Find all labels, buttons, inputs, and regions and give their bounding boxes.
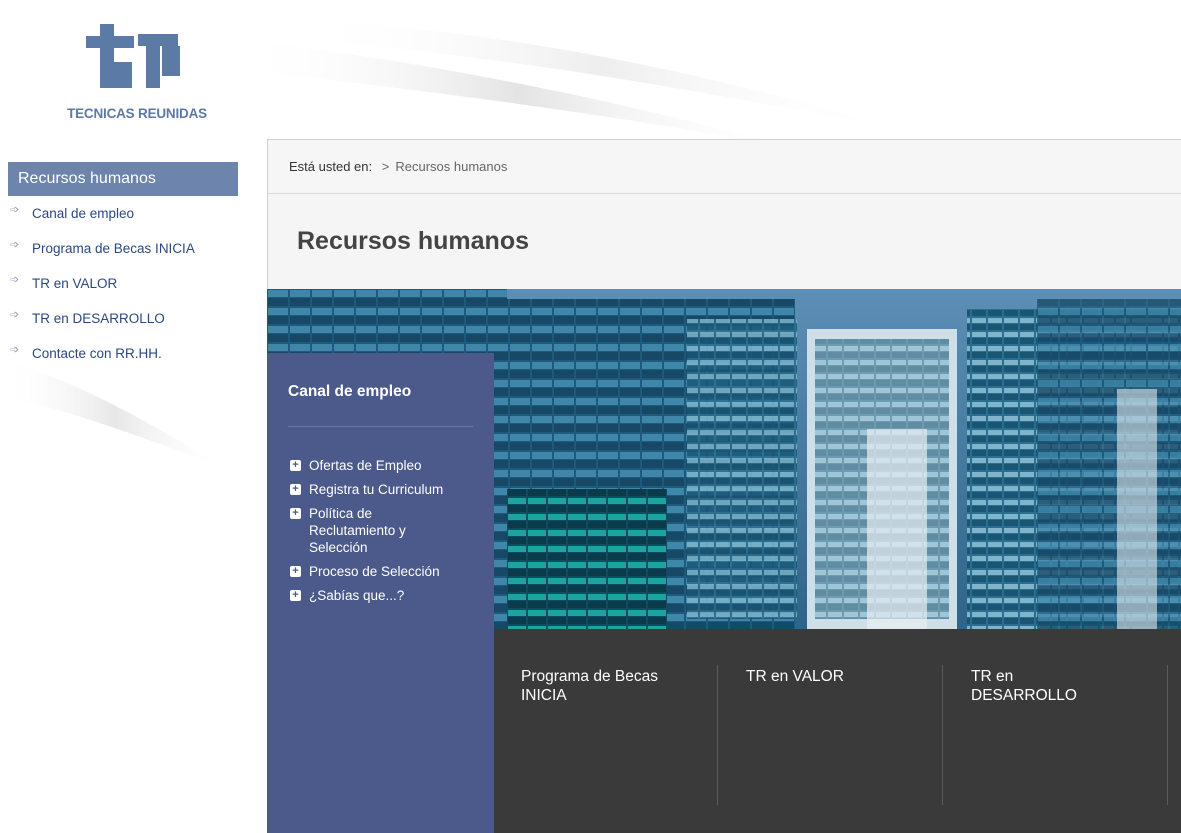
empleo-item-politica[interactable]: + Política de Reclutamiento y Selección bbox=[290, 505, 480, 556]
empleo-item-label: Proceso de Selección bbox=[309, 564, 440, 579]
empleo-item-ofertas[interactable]: + Ofertas de Empleo bbox=[290, 457, 480, 474]
empleo-item-label: ¿Sabías que...? bbox=[309, 588, 405, 603]
canal-empleo-panel: Canal de empleo + Ofertas de Empleo + Regi… bbox=[267, 353, 494, 833]
arrow-icon: ➩ bbox=[10, 239, 20, 251]
canal-empleo-title[interactable]: Canal de empleo bbox=[288, 383, 411, 401]
plus-icon: + bbox=[290, 484, 301, 495]
arrow-icon: ➩ bbox=[10, 309, 20, 321]
tile-label: Programa de Becas INICIA bbox=[521, 668, 658, 704]
leftnav-item-programa-becas[interactable]: ➩ Programa de Becas INICIA bbox=[8, 239, 238, 276]
brand-name: TECNICAS REUNIDAS bbox=[67, 106, 207, 121]
left-navigation: Recursos humanos ➩ Canal de empleo ➩ Progr… bbox=[8, 162, 238, 381]
tr-logo-icon bbox=[86, 24, 180, 88]
leftnav-item-contacte-rrhh[interactable]: ➩ Contacte con RR.HH. bbox=[8, 344, 238, 381]
plus-icon: + bbox=[290, 590, 301, 601]
tile-divider bbox=[717, 665, 718, 805]
tile-tr-en-desarrollo[interactable]: TR en DESARROLLO bbox=[944, 629, 1169, 833]
empleo-item-proceso[interactable]: + Proceso de Selección bbox=[290, 563, 480, 580]
arrow-icon: ➩ bbox=[10, 204, 20, 216]
plus-icon: + bbox=[290, 566, 301, 577]
empleo-item-label: Ofertas de Empleo bbox=[309, 458, 422, 473]
tile-divider bbox=[942, 665, 943, 805]
empleo-item-sabias-que[interactable]: + ¿Sabías que...? bbox=[290, 587, 480, 604]
tecnicas-reunidas-logo[interactable]: TECNICAS REUNIDAS bbox=[52, 24, 222, 124]
empleo-item-registra-curriculum[interactable]: + Registra tu Curriculum bbox=[290, 481, 480, 498]
tile-label: TR en VALOR bbox=[746, 668, 844, 685]
empleo-item-label: Registra tu Curriculum bbox=[309, 482, 444, 497]
empleo-item-label: Política de Reclutamiento y Selección bbox=[309, 506, 406, 555]
leftnav-title[interactable]: Recursos humanos bbox=[8, 162, 238, 196]
leftnav-item-label: Canal de empleo bbox=[32, 206, 135, 221]
breadcrumb-prefix: Está usted en: bbox=[289, 159, 373, 174]
feature-tiles: Programa de Becas INICIA TR en VALOR TR … bbox=[494, 629, 1181, 833]
plus-icon: + bbox=[290, 508, 301, 519]
canal-empleo-list: + Ofertas de Empleo + Registra tu Curricul… bbox=[290, 457, 480, 611]
breadcrumb-separator: > bbox=[381, 159, 390, 174]
leftnav-item-label: Programa de Becas INICIA bbox=[32, 241, 195, 256]
tile-tr-en-valor[interactable]: TR en VALOR bbox=[719, 629, 944, 833]
tile-programa-becas[interactable]: Programa de Becas INICIA bbox=[494, 629, 719, 833]
arrow-icon: ➩ bbox=[10, 274, 20, 286]
tile-label: TR en DESARROLLO bbox=[971, 668, 1077, 704]
main-content: Está usted en: > Recursos humanos Recurso… bbox=[267, 139, 1181, 833]
breadcrumb-current[interactable]: Recursos humanos bbox=[395, 159, 507, 174]
arrow-icon: ➩ bbox=[10, 344, 20, 356]
page-title: Recursos humanos bbox=[297, 227, 530, 255]
divider bbox=[288, 426, 473, 427]
leftnav-item-tr-en-desarrollo[interactable]: ➩ TR en DESARROLLO bbox=[8, 309, 238, 346]
leftnav-list: ➩ Canal de empleo ➩ Programa de Becas INIC… bbox=[8, 204, 238, 381]
leftnav-item-label: Contacte con RR.HH. bbox=[32, 346, 162, 361]
leftnav-item-canal-de-empleo[interactable]: ➩ Canal de empleo bbox=[8, 204, 238, 241]
plus-icon: + bbox=[290, 460, 301, 471]
leftnav-item-label: TR en DESARROLLO bbox=[32, 311, 165, 326]
leftnav-item-label: TR en VALOR bbox=[32, 276, 118, 291]
leftnav-item-tr-en-valor[interactable]: ➩ TR en VALOR bbox=[8, 274, 238, 311]
tile-divider bbox=[1167, 665, 1168, 805]
title-bar: Recursos humanos bbox=[267, 194, 1181, 289]
breadcrumb: Está usted en: > Recursos humanos bbox=[267, 139, 1181, 194]
